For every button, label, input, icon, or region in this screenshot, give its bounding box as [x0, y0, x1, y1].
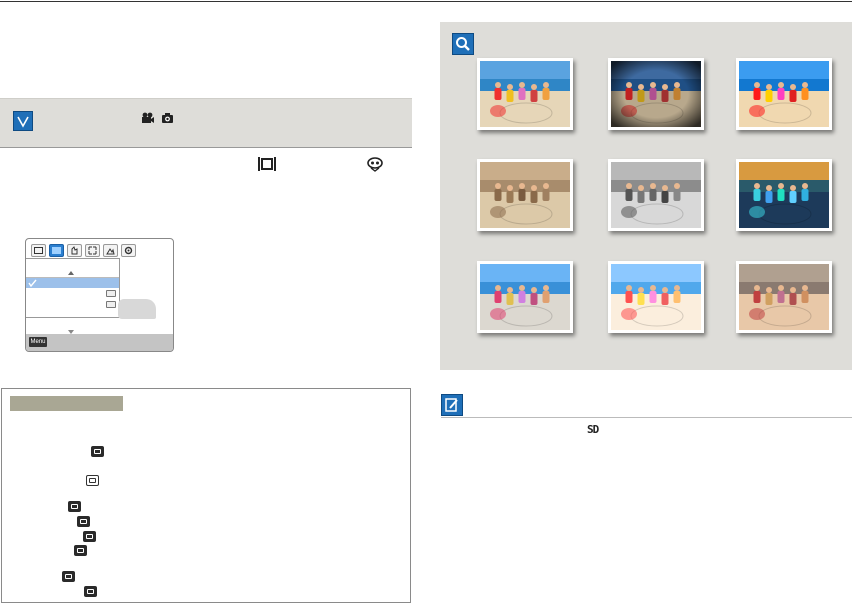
option-icon	[106, 301, 116, 308]
hand-icon[interactable]	[67, 244, 82, 257]
list-item-selected[interactable]	[26, 278, 119, 288]
list-item[interactable]	[26, 267, 119, 278]
effect-samples-panel	[440, 22, 852, 370]
sample-thumbnail-sepia	[477, 159, 573, 231]
photo-camera-icon	[162, 113, 173, 123]
top-rule	[0, 1, 852, 2]
sample-thumbnail-black-and-white	[608, 159, 704, 231]
sample-thumbnail-bright	[608, 261, 704, 333]
mode-icons	[141, 112, 174, 124]
lcd-bottom-bar: Menu	[26, 334, 173, 351]
menu-button[interactable]: Menu	[29, 337, 47, 347]
sample-thumbnail-cool	[477, 261, 573, 333]
tip-mode-icon	[62, 571, 75, 582]
sample-thumbnail-vignette	[608, 58, 704, 130]
effect-list	[26, 258, 120, 334]
memo-icon	[441, 394, 463, 416]
list-item[interactable]	[26, 300, 119, 310]
scene-icon[interactable]	[103, 244, 118, 257]
stabilizer-icon[interactable]	[85, 244, 100, 257]
color-effect-icon[interactable]	[49, 244, 64, 257]
recording-mode-note-bar	[0, 98, 412, 147]
list-item[interactable]	[26, 289, 119, 299]
tips-box	[1, 388, 411, 603]
option-icon	[106, 290, 116, 297]
frame-mode-icon	[258, 157, 276, 171]
tip-mode-icon	[74, 545, 87, 556]
movie-camera-icon	[142, 112, 154, 123]
memo-divider	[441, 417, 852, 418]
settings-icon[interactable]	[121, 244, 136, 257]
photo-size-icon[interactable]	[31, 244, 46, 257]
scene-mode-icon	[367, 157, 383, 172]
magnify-icon	[452, 33, 474, 55]
tip-mode-icon	[84, 586, 97, 597]
sample-thumbnail-normal	[477, 58, 573, 130]
tip-mode-icon	[83, 531, 96, 542]
check-icon	[28, 279, 37, 287]
tip-mode-icon	[91, 446, 104, 457]
tip-mode-icon	[68, 501, 81, 512]
sample-thumbnail-warm	[736, 261, 832, 333]
tip-mode-icon	[77, 516, 90, 527]
tip-mode-icon	[86, 475, 99, 486]
sample-thumbnail-vivid	[736, 58, 832, 130]
sample-thumbnail-negative	[736, 159, 832, 231]
menu-tabs	[31, 244, 136, 259]
background-subject	[118, 299, 156, 319]
sd-badge: SD	[587, 423, 599, 436]
section-divider	[0, 147, 412, 148]
camera-menu-screen: Menu	[25, 238, 174, 352]
check-icon	[13, 111, 33, 131]
tips-header	[10, 396, 123, 411]
